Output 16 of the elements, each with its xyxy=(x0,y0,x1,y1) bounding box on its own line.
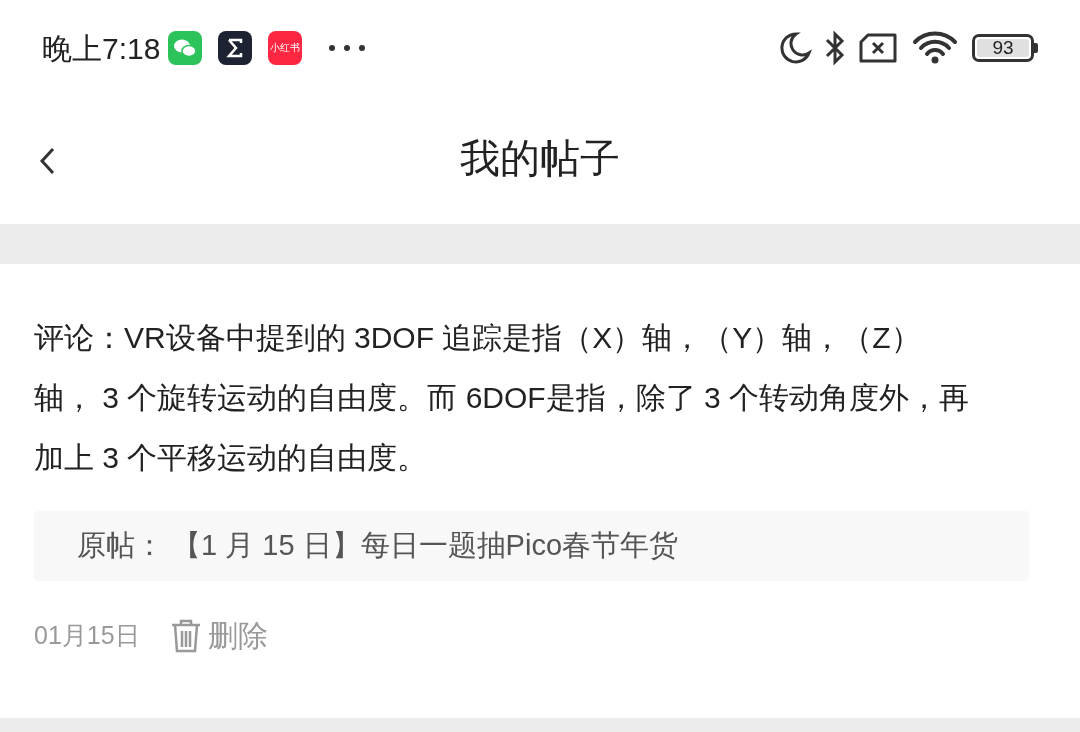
wifi-icon xyxy=(912,31,958,65)
status-time: 晚上7:18 xyxy=(42,30,161,67)
trash-icon xyxy=(169,617,202,654)
chat-app-icon xyxy=(168,31,203,65)
page-title: 我的帖子 xyxy=(460,135,620,182)
post-date: 01月15日 xyxy=(34,619,140,651)
comment-text: 评论：VR设备中提到的 3DOF 追踪是指（X）轴，（Y）轴，（Z）轴， 3 个旋转运动的自由度。而 6DOF是指，除了 3 个转动角度外，再加上 3 个平移运动的自由度。 xyxy=(34,320,971,476)
more-icon xyxy=(328,44,367,52)
original-post-link[interactable]: 原帖： 【1 月 15 日】每日一题抽Pico春节年货 xyxy=(34,511,1029,581)
bluetooth-icon xyxy=(824,30,846,66)
chevron-left-icon xyxy=(38,146,56,176)
battery-indicator: 93 xyxy=(972,34,1038,62)
app-badge: 小红书 xyxy=(268,31,303,65)
moon-icon xyxy=(778,31,812,65)
sigma-app-icon xyxy=(218,31,253,65)
sim-card-icon xyxy=(858,33,898,63)
